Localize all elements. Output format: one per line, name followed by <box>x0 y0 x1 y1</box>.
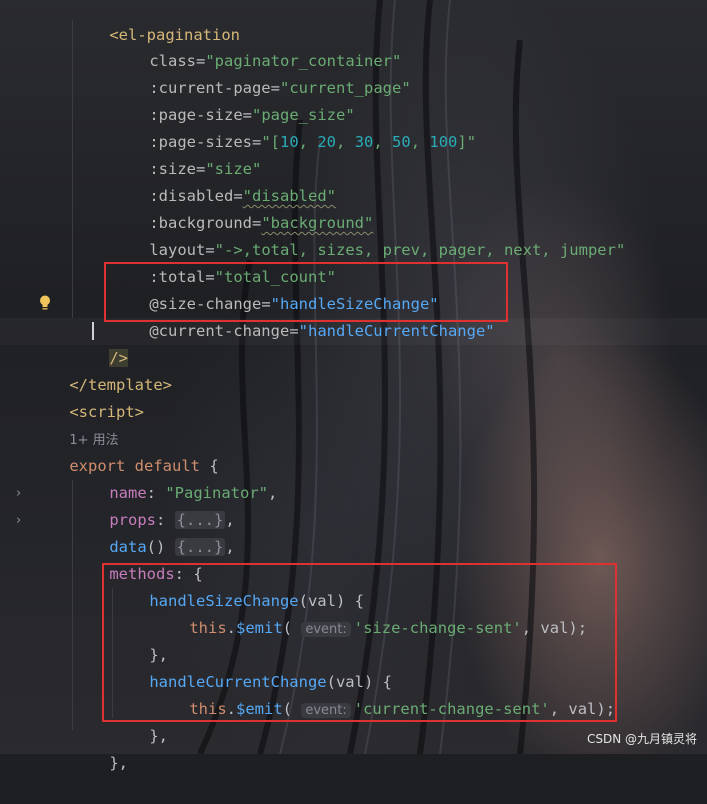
number-literal: 30 <box>354 133 374 151</box>
code-line-2: class="paginator_container" <box>112 21 401 70</box>
event-name: @current-change <box>149 322 290 340</box>
attr-equals: = <box>289 322 299 340</box>
separator: , <box>336 133 355 151</box>
code-line-9: layout="->,total, sizes, prev, pager, ne… <box>112 210 625 259</box>
code-line-13: /> <box>72 318 128 367</box>
code-line-28: }, <box>72 723 128 772</box>
brace-close: }, <box>149 727 168 745</box>
tag-end-bracket: > <box>162 376 172 394</box>
brace-close: }, <box>109 754 128 772</box>
lightbulb-icon[interactable] <box>38 294 52 312</box>
usages-hint[interactable]: 1+ 用法 <box>32 399 118 448</box>
code-line-6: :size="size" <box>112 129 261 178</box>
highlight-box-event-bindings <box>104 262 508 322</box>
number-literal: 20 <box>317 133 337 151</box>
code-line-8: :background="background" <box>112 183 373 232</box>
code-line-7: :disabled="disabled" <box>112 156 336 205</box>
number-literal: 10 <box>280 133 299 151</box>
code-line-19: props: {...}, <box>72 480 235 529</box>
number-literal: 50 <box>392 133 411 151</box>
code-line-15: <script> <box>32 372 144 421</box>
code-line-4: :page-size="page_size" <box>112 75 354 124</box>
attr-value-close: ]" <box>457 133 477 151</box>
code-line-17: export default { <box>32 426 218 475</box>
code-line-18: name: "Paginator", <box>72 453 277 502</box>
code-line-20: data() {...}, <box>72 507 235 556</box>
text-caret <box>92 322 94 340</box>
comma: , <box>225 538 235 556</box>
chevron-right-icon[interactable]: › <box>16 507 21 534</box>
code-line-21: methods: { <box>72 534 202 583</box>
separator: , <box>373 133 393 151</box>
highlight-box-methods <box>102 563 617 722</box>
separator: , <box>298 133 318 151</box>
code-line-5: :page-sizes="[10, 20, 30, 50, 100]" <box>112 102 476 151</box>
tag-end-bracket: > <box>134 403 145 421</box>
code-line-3: :current-page="current_page" <box>112 48 410 97</box>
comma: , <box>267 484 278 502</box>
code-line-1: <el-pagination <box>72 0 240 44</box>
number-literal: 100 <box>429 133 458 151</box>
separator: , <box>410 133 430 151</box>
event-handler: "handleCurrentChange" <box>298 322 495 340</box>
code-line-14: </template> <box>32 345 172 394</box>
chevron-right-icon[interactable]: › <box>16 480 21 507</box>
code-line-10: :total="total_count" <box>112 237 336 286</box>
watermark: CSDN @九月镇灵将 <box>586 732 697 746</box>
code-editor[interactable]: <el-pagination class="paginator_containe… <box>0 0 707 772</box>
attr-value-open: "[ <box>261 133 280 151</box>
